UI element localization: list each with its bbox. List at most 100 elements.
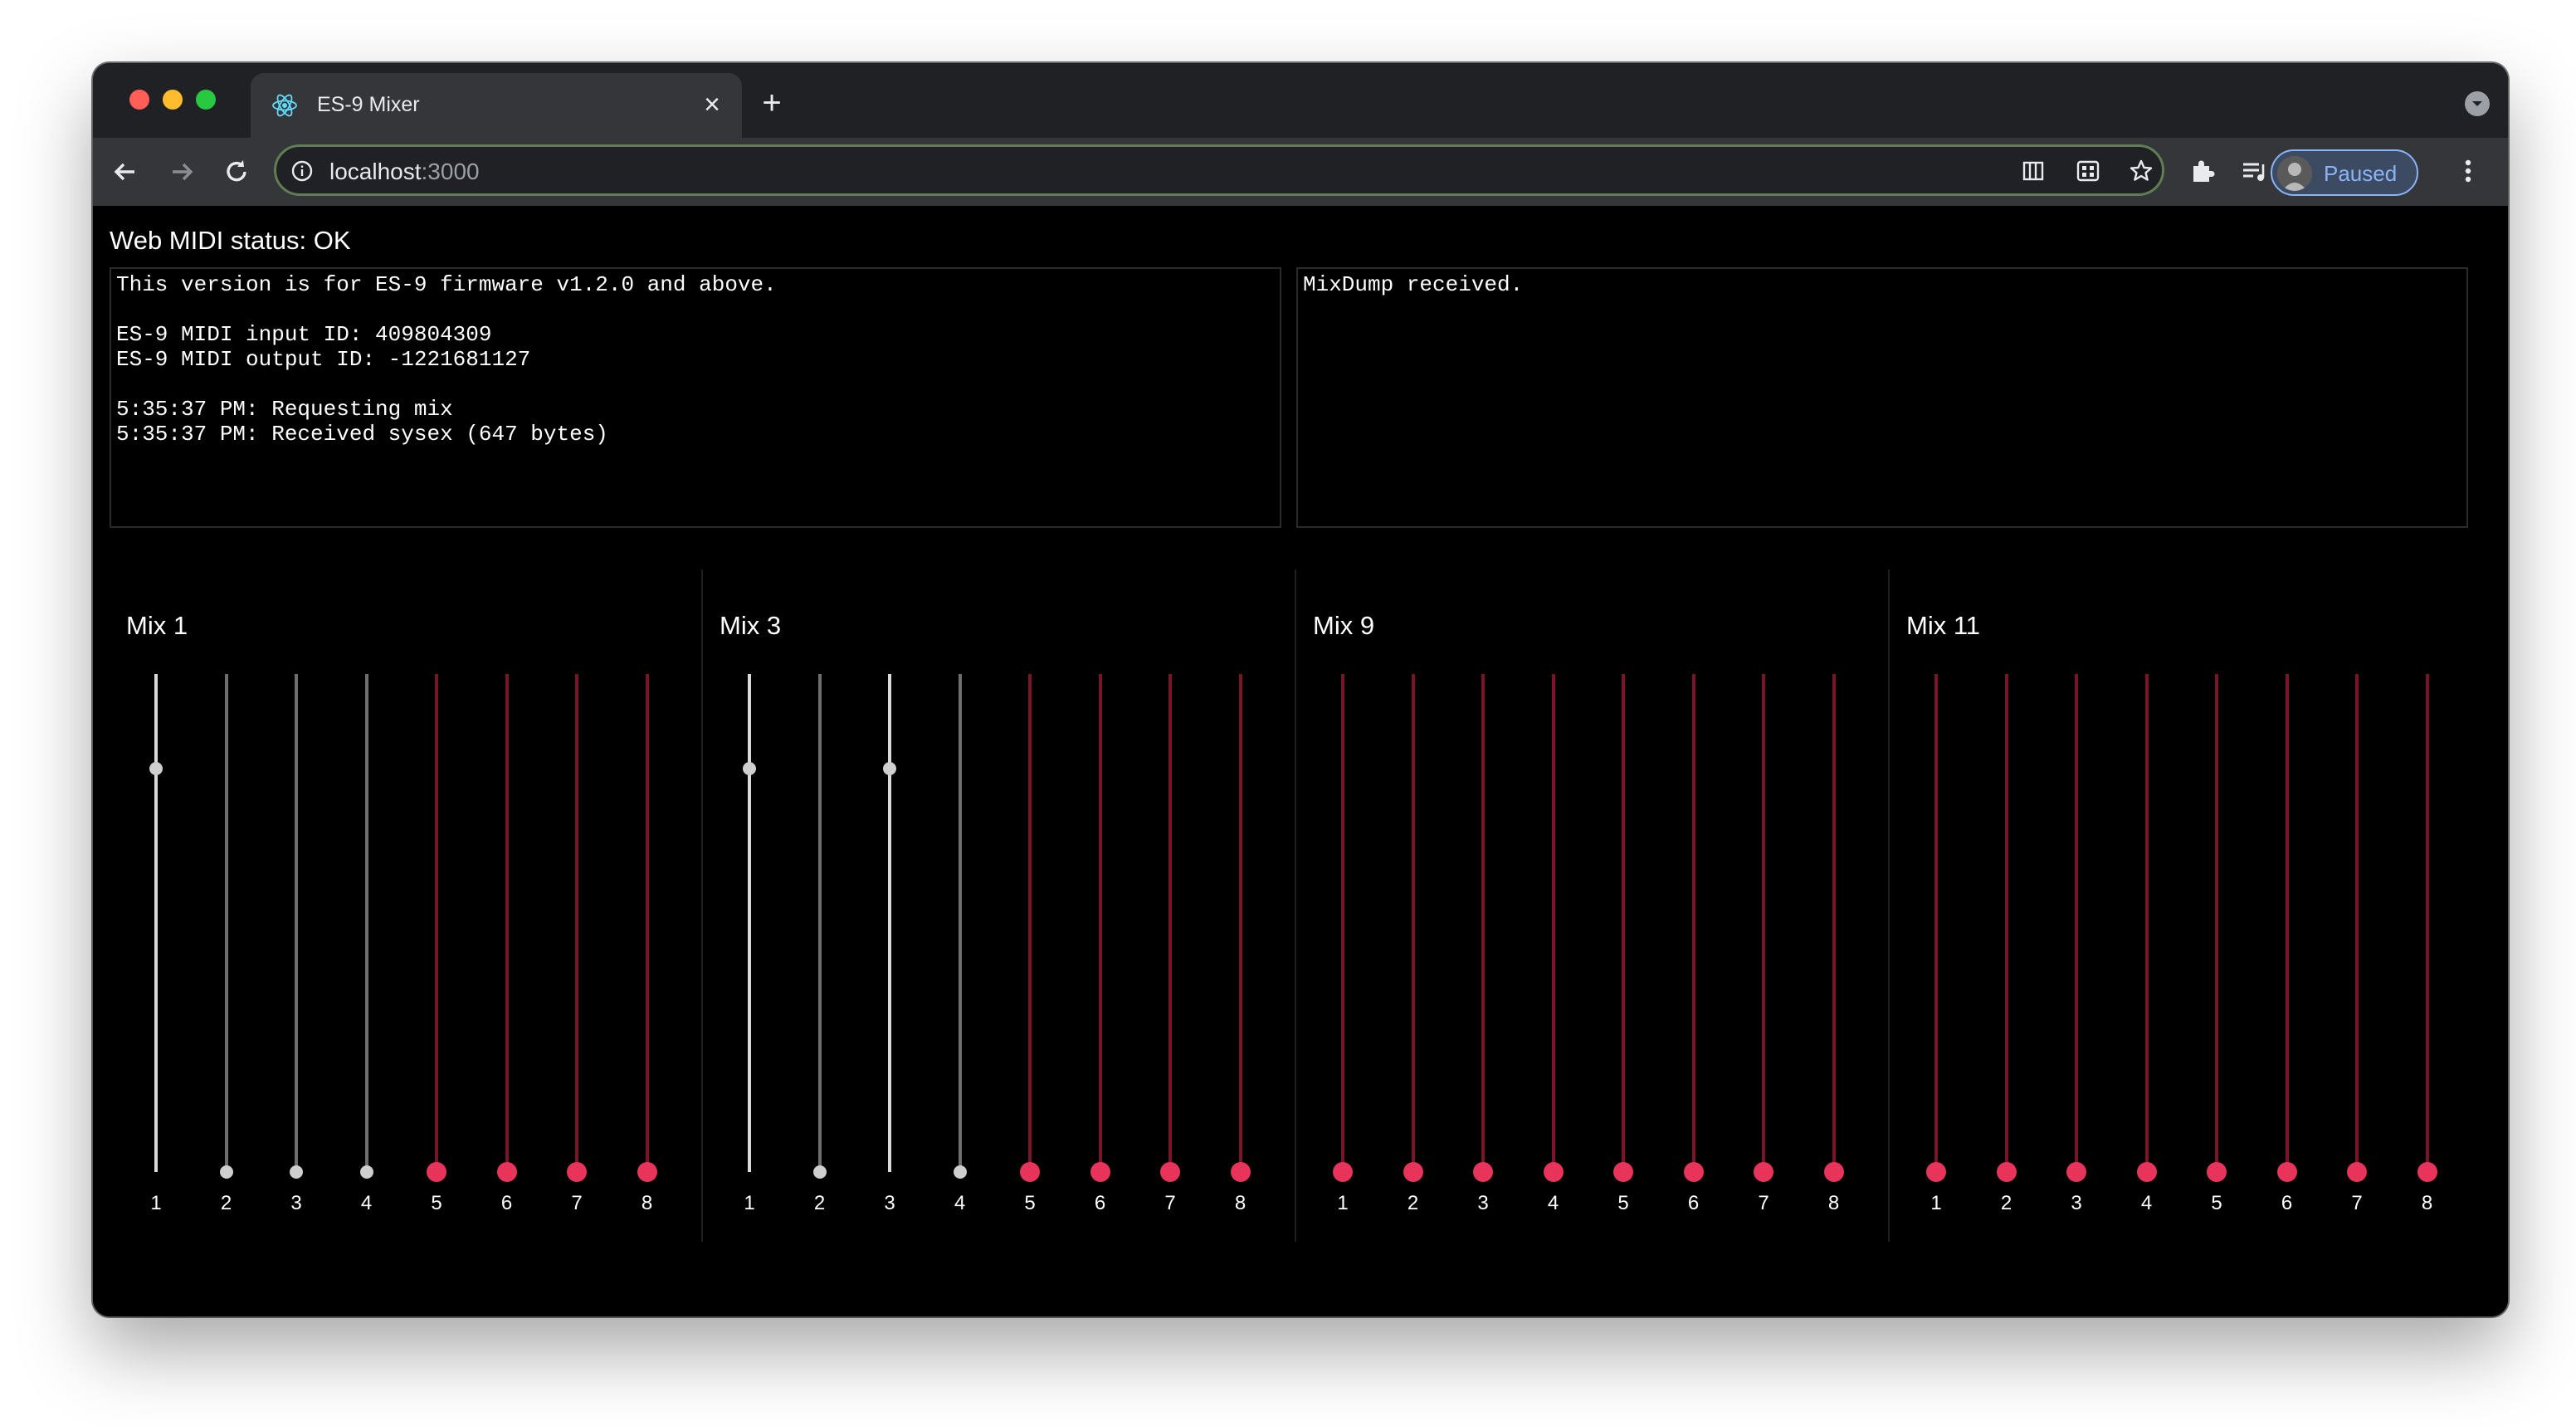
fader-knob[interactable] bbox=[2136, 1162, 2157, 1182]
channel-fader[interactable]: 3 bbox=[261, 674, 331, 1238]
channel-fader[interactable]: 6 bbox=[1659, 674, 1729, 1238]
fader-track[interactable] bbox=[2355, 674, 2359, 1172]
channel-fader[interactable]: 2 bbox=[1972, 674, 2042, 1238]
channel-fader[interactable]: 2 bbox=[785, 674, 855, 1238]
fader-knob[interactable] bbox=[1090, 1162, 1110, 1182]
tab-search-icon[interactable] bbox=[2465, 91, 2490, 116]
fader-knob[interactable] bbox=[1823, 1162, 1844, 1182]
channel-fader[interactable]: 1 bbox=[715, 674, 784, 1238]
channel-fader[interactable]: 1 bbox=[121, 674, 191, 1238]
fader-track[interactable] bbox=[2285, 674, 2289, 1172]
fader-track[interactable] bbox=[1934, 674, 1938, 1172]
fader-track[interactable] bbox=[2144, 674, 2149, 1172]
minimize-window-button[interactable] bbox=[163, 90, 183, 110]
channel-fader[interactable]: 4 bbox=[2112, 674, 2182, 1238]
fader-knob[interactable] bbox=[219, 1165, 233, 1179]
channel-fader[interactable]: 8 bbox=[2393, 674, 2462, 1238]
fader-knob[interactable] bbox=[1473, 1162, 1493, 1182]
channel-fader[interactable]: 7 bbox=[542, 674, 612, 1238]
fader-knob[interactable] bbox=[2066, 1162, 2086, 1182]
fader-track[interactable] bbox=[364, 674, 368, 1172]
fader-knob[interactable] bbox=[149, 762, 163, 775]
bookmark-star-icon[interactable] bbox=[2127, 157, 2155, 185]
fader-knob[interactable] bbox=[743, 762, 756, 775]
fader-track[interactable] bbox=[645, 674, 649, 1172]
channel-fader[interactable]: 1 bbox=[1308, 674, 1378, 1238]
fader-track[interactable] bbox=[1832, 674, 1836, 1172]
fader-knob[interactable] bbox=[883, 762, 896, 775]
fader-track[interactable] bbox=[1551, 674, 1555, 1172]
channel-fader[interactable]: 4 bbox=[1519, 674, 1588, 1238]
url-text[interactable]: localhost:3000 bbox=[329, 159, 480, 185]
fader-knob[interactable] bbox=[496, 1162, 517, 1182]
channel-fader[interactable]: 2 bbox=[1378, 674, 1448, 1238]
fader-track[interactable] bbox=[2215, 674, 2218, 1172]
fader-knob[interactable] bbox=[1543, 1162, 1564, 1182]
fader-knob[interactable] bbox=[359, 1165, 373, 1179]
fader-knob[interactable] bbox=[427, 1162, 446, 1182]
fader-track[interactable] bbox=[154, 674, 158, 1172]
fader-knob[interactable] bbox=[1333, 1162, 1353, 1182]
fader-track[interactable] bbox=[224, 674, 228, 1172]
reader-mode-icon[interactable] bbox=[2019, 157, 2047, 185]
fader-knob[interactable] bbox=[812, 1165, 827, 1179]
fader-knob[interactable] bbox=[1160, 1162, 1180, 1182]
fader-track[interactable] bbox=[1098, 674, 1102, 1172]
mixdump-textarea[interactable]: MixDump received. bbox=[1296, 267, 2468, 528]
close-window-button[interactable] bbox=[129, 90, 149, 110]
back-arrow-icon[interactable] bbox=[106, 153, 144, 191]
fader-knob[interactable] bbox=[1613, 1162, 1633, 1182]
media-controls-icon[interactable] bbox=[2237, 154, 2271, 188]
fader-track[interactable] bbox=[1691, 674, 1695, 1172]
fader-knob[interactable] bbox=[1403, 1162, 1423, 1182]
fader-knob[interactable] bbox=[2417, 1162, 2437, 1182]
fader-knob[interactable] bbox=[1926, 1162, 1946, 1182]
fader-track[interactable] bbox=[2425, 674, 2429, 1172]
channel-fader[interactable]: 8 bbox=[1206, 674, 1276, 1238]
channel-fader[interactable]: 5 bbox=[402, 674, 471, 1238]
fader-track[interactable] bbox=[1411, 674, 1415, 1172]
fader-knob[interactable] bbox=[1683, 1162, 1704, 1182]
fader-track[interactable] bbox=[888, 674, 891, 1172]
fader-track[interactable] bbox=[435, 674, 438, 1172]
channel-fader[interactable]: 5 bbox=[2182, 674, 2252, 1238]
channel-fader[interactable]: 7 bbox=[1135, 674, 1205, 1238]
more-vertical-icon[interactable] bbox=[2450, 153, 2486, 189]
console-log-textarea[interactable]: This version is for ES-9 firmware v1.2.0… bbox=[110, 267, 1281, 528]
fader-knob[interactable] bbox=[290, 1165, 303, 1179]
new-tab-button[interactable]: + bbox=[754, 85, 790, 121]
channel-fader[interactable]: 2 bbox=[192, 674, 261, 1238]
fader-knob[interactable] bbox=[2276, 1162, 2297, 1182]
site-info-icon[interactable] bbox=[290, 159, 315, 183]
tab-close-icon[interactable]: × bbox=[694, 86, 730, 123]
channel-fader[interactable]: 7 bbox=[2322, 674, 2392, 1238]
channel-fader[interactable]: 8 bbox=[1799, 674, 1869, 1238]
fader-knob[interactable] bbox=[1020, 1162, 1040, 1182]
channel-fader[interactable]: 6 bbox=[472, 674, 542, 1238]
tab-es9-mixer[interactable]: ES-9 Mixer × bbox=[251, 73, 742, 138]
profile-button[interactable]: Paused bbox=[2271, 149, 2418, 196]
fader-track[interactable] bbox=[1481, 674, 1485, 1172]
fader-knob[interactable] bbox=[1754, 1162, 1773, 1182]
fader-knob[interactable] bbox=[1230, 1162, 1251, 1182]
channel-fader[interactable]: 6 bbox=[2252, 674, 2322, 1238]
fader-track[interactable] bbox=[817, 674, 822, 1172]
fader-track[interactable] bbox=[505, 674, 509, 1172]
fader-knob[interactable] bbox=[1996, 1162, 2017, 1182]
channel-fader[interactable]: 3 bbox=[1448, 674, 1518, 1238]
fader-knob[interactable] bbox=[2347, 1162, 2367, 1182]
fader-knob[interactable] bbox=[637, 1162, 657, 1182]
channel-fader[interactable]: 3 bbox=[855, 674, 925, 1238]
fader-track[interactable] bbox=[1341, 674, 1344, 1172]
qr-code-icon[interactable] bbox=[2074, 157, 2102, 185]
channel-fader[interactable]: 1 bbox=[1901, 674, 1971, 1238]
fader-track[interactable] bbox=[575, 674, 578, 1172]
channel-fader[interactable]: 8 bbox=[612, 674, 682, 1238]
fader-track[interactable] bbox=[2004, 674, 2008, 1172]
reload-icon[interactable] bbox=[217, 153, 256, 191]
fader-track[interactable] bbox=[295, 674, 298, 1172]
channel-fader[interactable]: 7 bbox=[1729, 674, 1798, 1238]
fader-knob[interactable] bbox=[567, 1162, 587, 1182]
channel-fader[interactable]: 4 bbox=[925, 674, 995, 1238]
fader-track[interactable] bbox=[748, 674, 751, 1172]
